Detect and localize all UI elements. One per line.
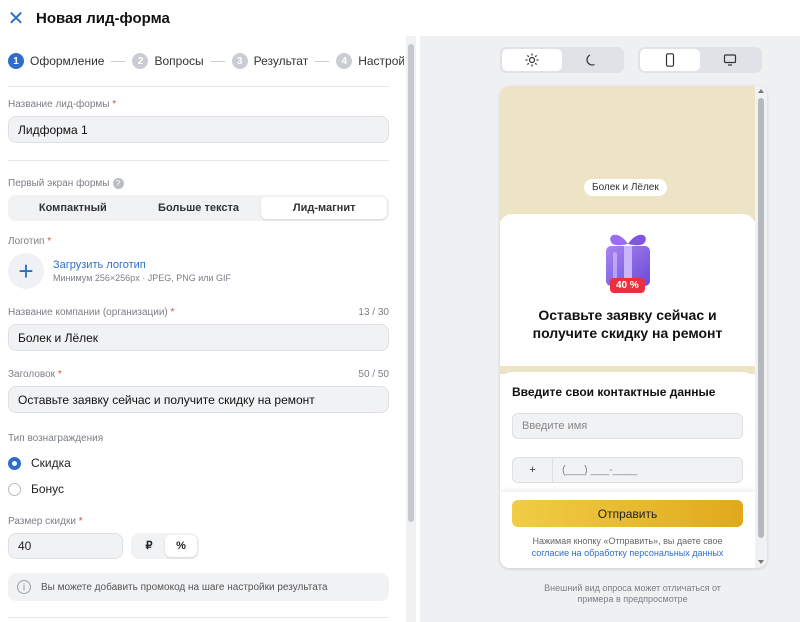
unit-percent[interactable]: %: [165, 535, 197, 558]
first-screen-switch: Компактный Больше текста Лид-магнит: [8, 195, 389, 222]
preview-panel: Болек и Лёлек 40 % Оставьте заявку сейча…: [420, 36, 800, 622]
heading-input[interactable]: Оставьте заявку сейчас и получите скидку…: [8, 386, 389, 414]
desktop-icon[interactable]: [700, 49, 760, 71]
hero-card: 40 % Оставьте заявку сейчас и получите с…: [500, 214, 755, 366]
scroll-down-icon[interactable]: [758, 560, 764, 564]
plus-icon[interactable]: +: [8, 253, 44, 290]
company-label: Название компании (организации) * 13 / 3…: [8, 307, 389, 319]
phone-input[interactable]: + (___) ___-____: [512, 457, 743, 483]
step-separator: [315, 60, 330, 62]
step-label: Настройки: [358, 54, 404, 68]
preview-scrollbar-thumb[interactable]: [758, 98, 764, 538]
info-icon: i: [17, 580, 31, 595]
heading-counter: 50 / 50: [358, 369, 389, 381]
preview-title: Оставьте заявку сейчас и получите скидку…: [532, 307, 723, 341]
company-input[interactable]: Болек и Лёлек: [8, 324, 389, 352]
step-questions[interactable]: 2 Вопросы: [132, 53, 231, 69]
contact-card: Введите свои контактные данные Введите и…: [500, 372, 755, 502]
consent-link[interactable]: согласие на обработку персональных данны…: [532, 548, 724, 558]
company-pill: Болек и Лёлек: [584, 179, 667, 196]
option-more-text[interactable]: Больше текста: [136, 197, 262, 219]
scrollbar-thumb[interactable]: [408, 44, 414, 522]
divider: [8, 86, 389, 87]
reward-label: Тип вознаграждения: [8, 433, 104, 445]
step-number: 3: [231, 53, 248, 69]
consent-text: Нажимая кнопку «Отправить», вы даете сво…: [531, 536, 724, 558]
stepper: 1 Оформление 2 Вопросы 3 Результат 4 Нас…: [0, 36, 404, 86]
first-screen-label: Первый экран формы?: [8, 178, 389, 189]
scroll-up-icon[interactable]: [758, 89, 764, 93]
radio-checked-icon[interactable]: [8, 456, 21, 470]
step-number: 2: [132, 53, 149, 69]
moon-icon[interactable]: [562, 49, 622, 71]
discount-unit-switch: ₽ %: [131, 533, 199, 560]
radio-label: Бонус: [31, 482, 65, 497]
phone-mask: (___) ___-____: [562, 464, 638, 476]
preview-hero: Болек и Лёлек: [500, 86, 755, 221]
preview-note: Внешний вид опроса может отличаться от п…: [544, 583, 721, 604]
divider: [8, 617, 389, 619]
step-label: Результат: [253, 54, 309, 68]
settings-panel: 1 Оформление 2 Вопросы 3 Результат 4 Нас…: [0, 36, 404, 622]
company-counter: 13 / 30: [358, 307, 389, 319]
close-icon[interactable]: ✕: [2, 4, 30, 32]
radio-label: Скидка: [31, 456, 71, 471]
sun-icon[interactable]: [502, 49, 562, 71]
reward-option-bonus[interactable]: Бонус: [8, 476, 404, 502]
form-name-label: Название лид-формы *: [8, 99, 117, 110]
discount-input[interactable]: 40: [8, 533, 123, 560]
discount-badge: 40 %: [610, 278, 645, 293]
step-separator: [210, 60, 225, 62]
radio-unchecked-icon[interactable]: [8, 482, 21, 496]
heading-label: Заголовок * 50 / 50: [8, 369, 389, 381]
reward-option-discount[interactable]: Скидка: [8, 450, 404, 476]
logo-upload: + Загрузить логотип Минимум 256×256px · …: [8, 253, 404, 290]
name-input[interactable]: Введите имя: [512, 413, 743, 439]
info-banner: i Вы можете добавить промокод на шаге на…: [8, 573, 389, 602]
phone-prefix: +: [513, 458, 553, 482]
phone-icon[interactable]: [640, 49, 700, 71]
step-result[interactable]: 3 Результат: [231, 53, 337, 69]
info-text: Вы можете добавить промокод на шаге наст…: [41, 581, 328, 593]
theme-switch: [500, 47, 624, 73]
logo-label: Логотип *: [8, 236, 52, 248]
unit-rub[interactable]: ₽: [133, 535, 165, 557]
upload-logo-link[interactable]: Загрузить логотип: [53, 259, 231, 271]
discount-label: Размер скидки *: [8, 516, 83, 528]
step-settings[interactable]: 4 Настройки: [336, 53, 404, 69]
scrollbar[interactable]: [406, 36, 416, 622]
page-title: Новая лид-форма: [36, 9, 170, 27]
top-bar: ✕ Новая лид-форма: [0, 0, 800, 36]
form-name-input[interactable]: Лидформа 1: [8, 116, 389, 143]
option-lead-magnet[interactable]: Лид-магнит: [261, 197, 388, 220]
step-number: 4: [336, 53, 353, 69]
step-label: Вопросы: [154, 54, 204, 68]
step-design[interactable]: 1 Оформление: [8, 53, 132, 69]
step-number: 1: [8, 53, 24, 69]
step-label: Оформление: [30, 54, 105, 68]
help-icon[interactable]: ?: [112, 178, 124, 189]
option-compact[interactable]: Компактный: [10, 197, 136, 219]
preview-scrollbar[interactable]: [755, 86, 767, 568]
form-preview: Болек и Лёлек 40 % Оставьте заявку сейча…: [500, 86, 767, 568]
upload-hint: Минимум 256×256px · JPEG, PNG или GIF: [53, 273, 232, 284]
divider: [8, 160, 389, 161]
device-switch: [638, 47, 762, 73]
submit-button[interactable]: Отправить: [512, 500, 743, 527]
discount-row: 40 ₽ %: [8, 533, 404, 560]
step-separator: [111, 60, 126, 62]
preview-footer: Отправить Нажимая кнопку «Отправить», вы…: [500, 492, 755, 568]
contact-title: Введите свои контактные данные: [512, 385, 716, 399]
